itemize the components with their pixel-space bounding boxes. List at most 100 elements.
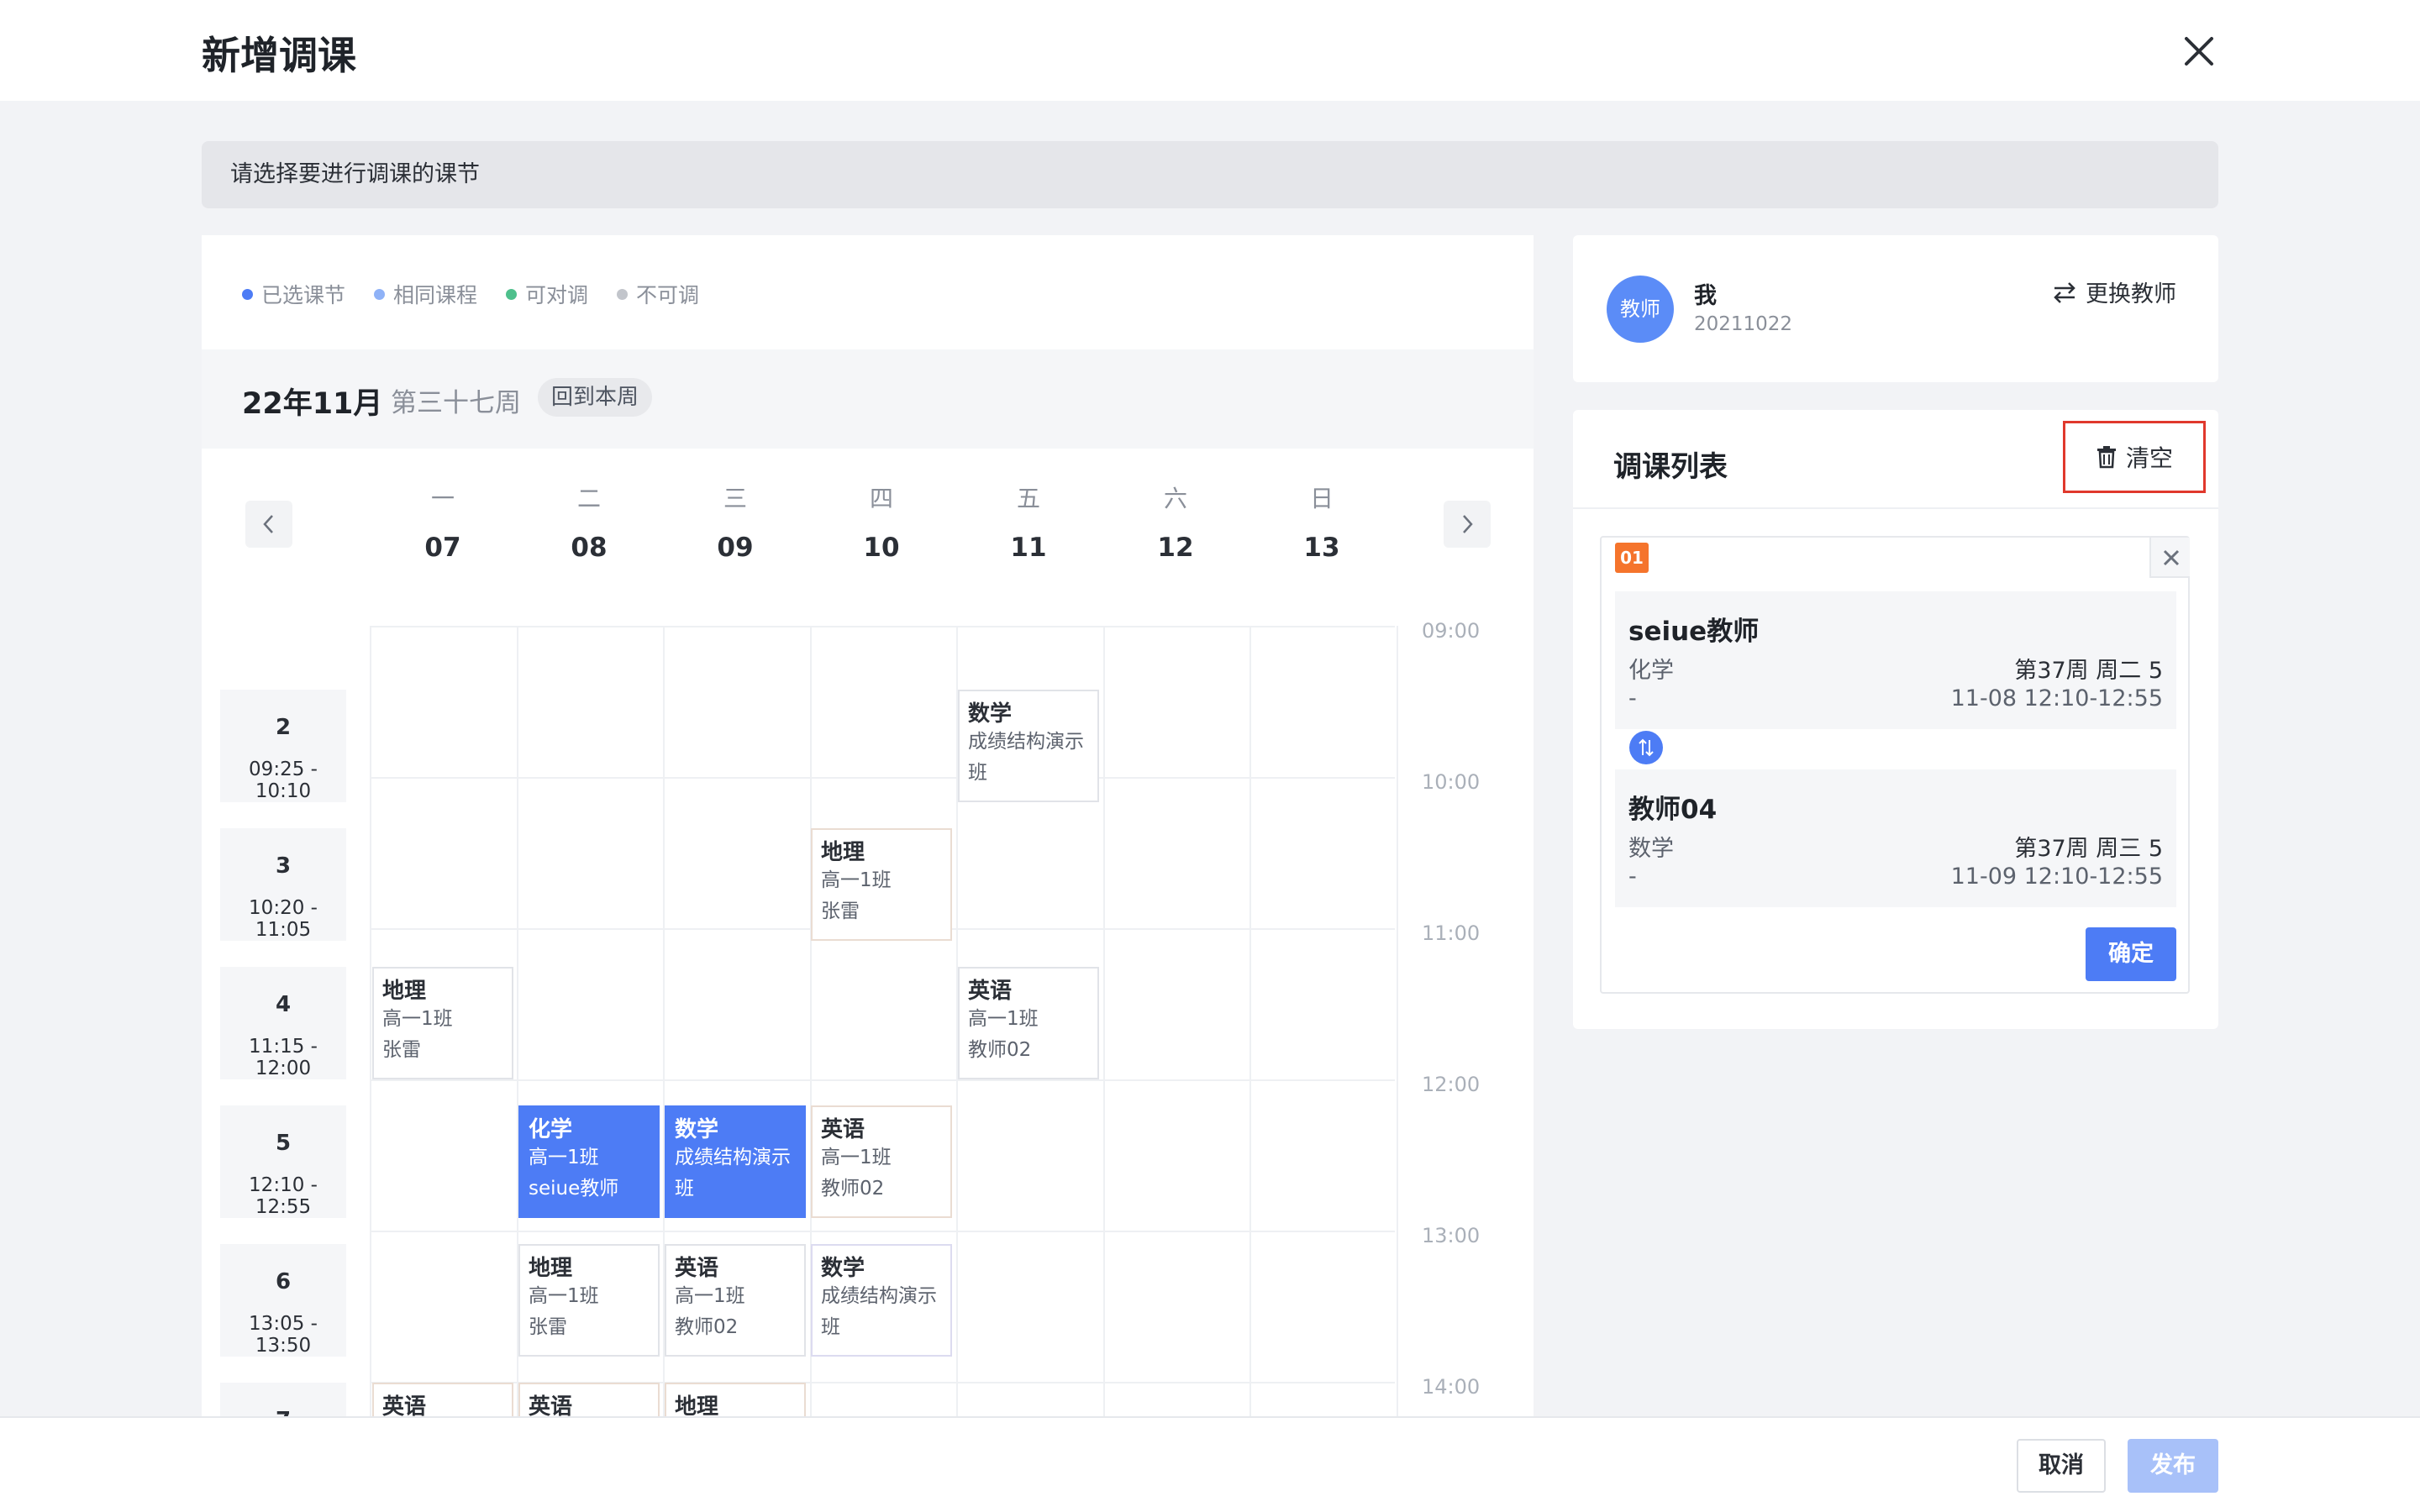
hour-line xyxy=(370,1079,1395,1081)
weekday-label: 日 xyxy=(1309,485,1334,512)
legend-label: 不可调 xyxy=(636,283,700,307)
change-teacher-button[interactable]: 更换教师 xyxy=(2052,276,2176,308)
teacher-card: 教师 我 20211022 更换教师 xyxy=(1573,235,2218,382)
back-to-this-week-button[interactable]: 回到本周 xyxy=(538,378,653,417)
lesson-subject: 地理 xyxy=(529,1256,573,1281)
lesson-class: 高一1班 xyxy=(821,869,892,891)
change-teacher-label: 更换教师 xyxy=(2086,281,2176,307)
hour-label: 11:00 xyxy=(1422,921,1481,945)
grid-column-line xyxy=(1102,626,1105,1420)
page-title: 新增调课 xyxy=(202,33,356,78)
lesson-card[interactable]: 地理 高一1班 张雷 xyxy=(811,828,952,941)
lesson-card[interactable]: 英语 高一1班 教师02 xyxy=(811,1105,952,1218)
dialog-footer: 取消 发布 xyxy=(0,1416,2420,1512)
weekday-label: 六 xyxy=(1163,485,1187,512)
lesson-card[interactable]: 地理 高一1班 张雷 xyxy=(518,1244,660,1357)
source-subject: 化学 xyxy=(1628,658,1674,684)
date-label: 10 xyxy=(863,533,900,563)
hour-label: 14:00 xyxy=(1422,1375,1481,1399)
date-label: 12 xyxy=(1157,533,1194,563)
lesson-card[interactable]: 化学 高一1班 seiue教师 xyxy=(518,1105,660,1218)
lesson-class: 高一1班 xyxy=(821,1147,892,1168)
grid-column-line xyxy=(1396,626,1398,1420)
lesson-card[interactable]: 数学 成绩结构演示班 xyxy=(811,1244,952,1357)
period-number: 4 xyxy=(275,992,292,1017)
grid-column-line xyxy=(1249,626,1251,1420)
hour-label: 12:00 xyxy=(1422,1073,1481,1096)
lesson-subject: 化学 xyxy=(529,1117,573,1142)
close-icon xyxy=(2163,549,2180,566)
weekday-label: 五 xyxy=(1016,485,1040,512)
target-teacher: 教师04 xyxy=(1628,795,1718,825)
lesson-card[interactable]: 数学 成绩结构演示班 xyxy=(958,690,1099,802)
period-number: 2 xyxy=(275,715,292,740)
calendar-panel: 已选课节 相同课程 可对调 不可调 22年11月 第三十七周 回到本周 一 07 二… xyxy=(202,235,1534,1420)
grid-column-line xyxy=(370,626,371,1420)
lesson-card[interactable]: 英语 高一1班 教师02 xyxy=(958,967,1099,1079)
lesson-class: 高一1班 xyxy=(529,1285,599,1307)
target-time: 11-09 12:10-12:55 xyxy=(1950,864,2163,890)
source-detail: - xyxy=(1628,685,1637,711)
day-header: 一 07 xyxy=(401,480,485,563)
legend-dot-icon xyxy=(617,288,629,300)
source-week: 第37周 周二 5 xyxy=(2014,658,2163,684)
lesson-card[interactable]: 数学 成绩结构演示班 xyxy=(665,1105,806,1218)
weekday-label: 四 xyxy=(869,485,893,512)
target-week: 第37周 周三 5 xyxy=(2014,836,2163,862)
dialog-header: 新增调课 xyxy=(0,0,2420,101)
prev-week-button[interactable] xyxy=(245,501,292,548)
close-button[interactable] xyxy=(2176,25,2222,76)
legend-item-selected: 已选课节 xyxy=(242,279,345,309)
clear-label: 清空 xyxy=(2125,444,2173,472)
day-header: 四 10 xyxy=(839,480,923,563)
lesson-subject: 英语 xyxy=(968,979,1013,1004)
cancel-button[interactable]: 取消 xyxy=(2017,1439,2106,1493)
legend-dot-icon xyxy=(242,288,253,300)
lesson-subject: 地理 xyxy=(382,979,427,1004)
lesson-card[interactable]: 英语 xyxy=(372,1383,513,1420)
lesson-card[interactable]: 英语 高一1班 教师02 xyxy=(665,1244,806,1357)
teacher-code: 20211022 xyxy=(1694,313,1793,335)
year-month: 22年11月 xyxy=(242,387,383,421)
legend-item-same-course: 相同课程 xyxy=(374,279,477,309)
legend: 已选课节 相同课程 可对调 不可调 xyxy=(242,279,699,309)
confirm-button[interactable]: 确定 xyxy=(2086,927,2176,981)
chevron-left-icon xyxy=(263,515,273,533)
period-number: 5 xyxy=(275,1131,292,1156)
date-label: 11 xyxy=(1010,533,1047,563)
period-time: 10:20 - 11:05 xyxy=(249,897,318,941)
lesson-card[interactable]: 地理 高一1班 张雷 xyxy=(372,967,513,1079)
date-label: 08 xyxy=(571,533,608,563)
lesson-class: 高一1班 xyxy=(529,1147,599,1168)
teacher-name: 我 xyxy=(1694,283,1717,309)
lesson-class: 成绩结构演示 xyxy=(821,1285,937,1307)
weekday-label: 二 xyxy=(576,485,601,512)
next-week-button[interactable] xyxy=(1444,501,1491,548)
lesson-subject: 地理 xyxy=(821,840,865,865)
weekday-label: 一 xyxy=(430,485,455,512)
adjustment-list-panel: 调课列表 清空 01 seiue教师 化学 - 第37周 周二 5 11-08 … xyxy=(1573,410,2218,1029)
target-detail: - xyxy=(1628,864,1637,890)
remove-item-button[interactable] xyxy=(2149,538,2190,578)
source-lesson: seiue教师 化学 - 第37周 周二 5 11-08 12:10-12:55 xyxy=(1615,591,2176,729)
lesson-subject: 数学 xyxy=(968,701,1013,727)
period-time: 09:25 - 10:10 xyxy=(249,759,318,802)
period-time: 11:15 - 12:00 xyxy=(249,1036,318,1079)
publish-button[interactable]: 发布 xyxy=(2128,1439,2218,1493)
lesson-teacher: 班 xyxy=(675,1178,694,1200)
legend-dot-icon xyxy=(506,288,518,300)
lesson-teacher: 教师02 xyxy=(821,1178,885,1200)
hour-label: 09:00 xyxy=(1422,619,1481,643)
divider xyxy=(1573,507,2218,509)
lesson-class: 成绩结构演示 xyxy=(675,1147,791,1168)
date-label: 13 xyxy=(1303,533,1340,563)
clear-button[interactable]: 清空 xyxy=(2063,421,2206,493)
swap-direction-icon xyxy=(1629,731,1663,764)
lesson-teacher: 班 xyxy=(821,1316,840,1338)
lesson-class: 成绩结构演示 xyxy=(968,731,1084,753)
lesson-card[interactable]: 英语 xyxy=(518,1383,660,1420)
weekday-label: 三 xyxy=(723,485,747,512)
lesson-teacher: 张雷 xyxy=(382,1039,421,1061)
lesson-card[interactable]: 地理 xyxy=(665,1383,806,1420)
adjustment-list-title: 调课列表 xyxy=(1613,450,1728,484)
